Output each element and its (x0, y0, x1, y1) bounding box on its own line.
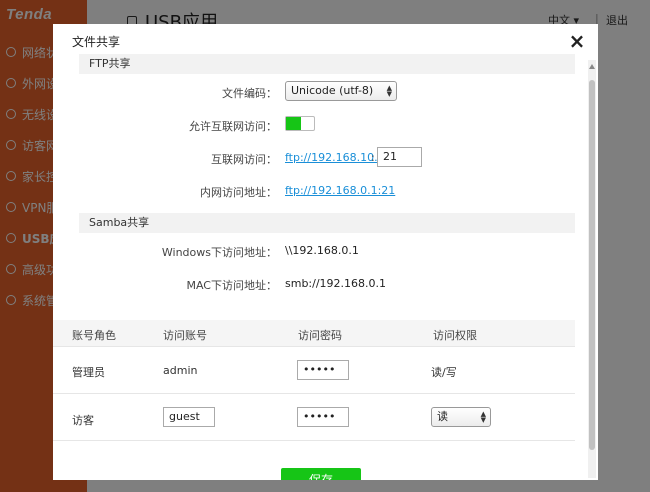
dialog-title: 文件共享 (72, 35, 121, 49)
toggle-on-indicator (286, 117, 301, 130)
column-header-password: 访问密码 (298, 329, 342, 342)
allow-internet-label: 允许互联网访问： (189, 120, 277, 133)
admin-password-input[interactable]: ••••• (297, 360, 349, 380)
ftp-port-input[interactable]: 21 (377, 147, 422, 167)
file-share-dialog: 文件共享 × FTP共享 文件编码： Unicode (utf-8) ▲ ▼ 允许… (53, 24, 598, 480)
allow-internet-toggle[interactable] (285, 116, 315, 131)
windows-access-value: \\192.168.0.1 (285, 244, 359, 257)
save-button[interactable]: 保存 (281, 468, 361, 480)
lan-access-label: 内网访问地址： (200, 186, 277, 199)
role-cell: 访客 (72, 414, 94, 427)
encoding-select[interactable]: Unicode (utf-8) ▲ ▼ (285, 81, 397, 101)
accounts-table-header: 账号角色 访问账号 访问密码 访问权限 (53, 320, 575, 346)
role-cell: 管理员 (72, 366, 105, 379)
dialog-scrollbar[interactable] (588, 60, 596, 478)
ftp-section-header: FTP共享 (79, 54, 575, 74)
encoding-select-value: Unicode (utf-8) (291, 84, 374, 97)
mac-access-label: MAC下访问地址： (186, 279, 277, 292)
samba-section-header: Samba共享 (79, 213, 575, 233)
guest-password-input[interactable]: ••••• (297, 407, 349, 427)
lan-ftp-link[interactable]: ftp://192.168.0.1:21 (285, 184, 395, 197)
close-icon[interactable]: × (568, 31, 586, 51)
guest-account-input[interactable]: guest (163, 407, 215, 427)
guest-permission-select[interactable]: 读 ▲ ▼ (431, 407, 491, 427)
account-cell: admin (163, 364, 198, 377)
column-header-permission: 访问权限 (433, 329, 477, 342)
table-divider (53, 440, 575, 441)
permission-select-value: 读 (437, 410, 448, 423)
column-header-role: 账号角色 (72, 329, 116, 342)
permission-cell: 读/写 (431, 366, 457, 379)
select-arrows-icon: ▲ ▼ (386, 84, 392, 98)
dialog-header: 文件共享 × (53, 24, 598, 58)
mac-access-value: smb://192.168.0.1 (285, 277, 387, 290)
scrollbar-thumb[interactable] (589, 80, 595, 450)
select-arrows-icon: ▲ ▼ (480, 410, 486, 424)
table-divider (53, 393, 575, 394)
port-separator: : (371, 151, 375, 164)
windows-access-label: Windows下访问地址： (161, 246, 277, 259)
encoding-label: 文件编码： (222, 87, 277, 100)
internet-access-label: 互联网访问： (211, 153, 277, 166)
column-header-account: 访问账号 (163, 329, 207, 342)
scroll-up-icon[interactable] (589, 64, 595, 69)
table-divider (53, 346, 575, 347)
